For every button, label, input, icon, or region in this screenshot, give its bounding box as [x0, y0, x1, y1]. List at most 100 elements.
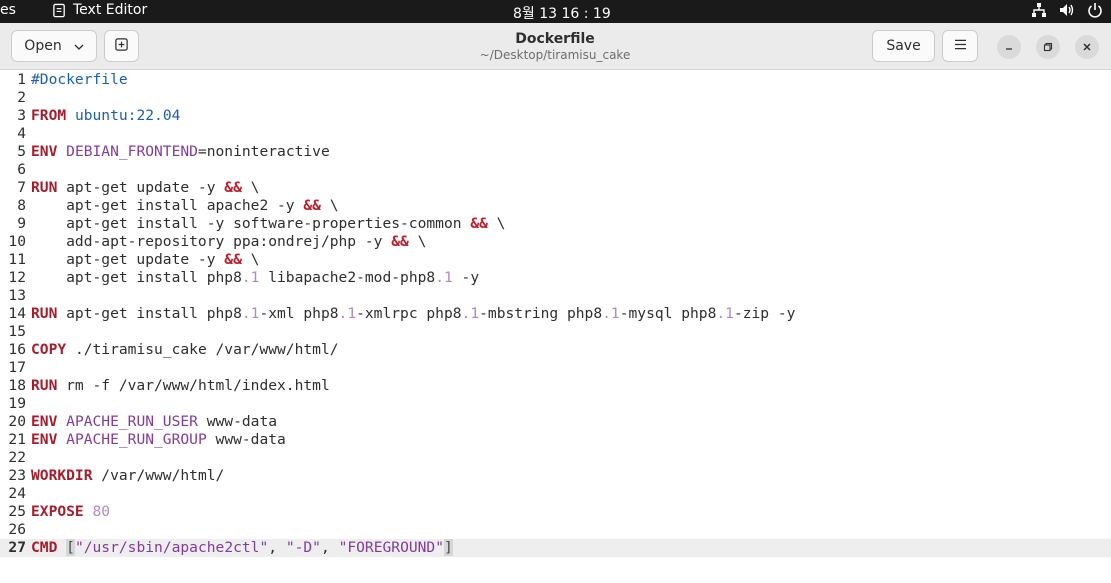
code-text[interactable]: ENV DEBIAN_FRONTEND=noninteractive: [31, 143, 330, 161]
code-token: \: [408, 233, 427, 250]
power-icon[interactable]: [1087, 2, 1103, 18]
text-editor-app-icon: [52, 3, 67, 18]
code-line[interactable]: 25 EXPOSE 80: [0, 503, 1111, 521]
line-number: 21: [8, 431, 26, 448]
code-token: "/usr/sbin/apache2ctl": [74, 539, 269, 556]
code-text[interactable]: apt-get install -y software-properties-c…: [31, 215, 505, 233]
code-line[interactable]: 22: [0, 449, 1111, 467]
code-line[interactable]: 14 RUN apt-get install php8.1-xml php8.1-…: [0, 305, 1111, 323]
code-token: &&: [303, 197, 321, 214]
code-text[interactable]: RUN apt-get update -y && \: [31, 179, 259, 197]
line-number: 1: [17, 71, 26, 88]
code-token: www-data: [206, 431, 286, 448]
code-line[interactable]: 27 CMD ["/usr/sbin/apache2ctl", "-D", "FO…: [0, 539, 1111, 557]
code-line[interactable]: 21 ENV APACHE_RUN_GROUP www-data: [0, 431, 1111, 449]
code-text[interactable]: RUN rm -f /var/www/html/index.html: [31, 377, 330, 395]
volume-icon[interactable]: [1059, 2, 1075, 18]
code-token: ,: [268, 539, 286, 556]
code-editor[interactable]: 1 #Dockerfile 2 3 FROM ubuntu:22.04 4 5 ENV DEB…: [0, 70, 1111, 583]
app-menu-label: Text Editor: [73, 2, 148, 18]
code-token: FROM: [31, 107, 67, 124]
open-button[interactable]: Open: [11, 30, 97, 62]
restore-icon: [1043, 42, 1053, 52]
code-text[interactable]: ENV APACHE_RUN_USER www-data: [31, 413, 277, 431]
code-token: -y: [452, 269, 480, 286]
code-token: =noninteractive: [197, 143, 330, 160]
main-menu-button[interactable]: [942, 30, 978, 62]
window-title: Dockerfile ~/Desktop/tiramisu_cake: [420, 31, 690, 62]
code-line[interactable]: 7 RUN apt-get update -y && \: [0, 179, 1111, 197]
code-token: CMD: [31, 539, 58, 556]
code-token: COPY: [31, 341, 67, 358]
line-number: 18: [8, 377, 26, 394]
code-token: #Dockerfile: [31, 71, 128, 88]
code-text[interactable]: COPY ./tiramisu_cake /var/www/html/: [31, 341, 339, 359]
network-icon[interactable]: [1031, 2, 1047, 18]
code-text[interactable]: WORKDIR /var/www/html/: [31, 467, 224, 485]
code-line[interactable]: 12 apt-get install php8.1 libapache2-mod…: [0, 269, 1111, 287]
code-line[interactable]: 2: [0, 89, 1111, 107]
code-line[interactable]: 5 ENV DEBIAN_FRONTEND=noninteractive: [0, 143, 1111, 161]
code-line[interactable]: 8 apt-get install apache2 -y && \: [0, 197, 1111, 215]
line-number: 15: [8, 323, 26, 340]
maximize-button[interactable]: [1036, 35, 1060, 59]
code-text[interactable]: apt-get update -y && \: [31, 251, 259, 269]
close-button[interactable]: [1075, 35, 1099, 59]
minimize-button[interactable]: [997, 35, 1021, 59]
code-token: DEBIAN_FRONTEND: [66, 143, 198, 160]
line-number: 20: [8, 413, 26, 430]
code-line[interactable]: 13: [0, 287, 1111, 305]
code-text[interactable]: FROM ubuntu:22.04: [31, 107, 180, 125]
clock[interactable]: 8월 13 16 : 19: [513, 3, 611, 23]
code-token: www-data: [197, 413, 278, 430]
code-text[interactable]: EXPOSE 80: [31, 503, 110, 521]
new-tab-icon: [114, 37, 129, 56]
code-line[interactable]: 6: [0, 161, 1111, 179]
code-token: .1: [241, 269, 260, 286]
code-line[interactable]: 4: [0, 125, 1111, 143]
code-line[interactable]: 19: [0, 395, 1111, 413]
code-token: add-apt-repository ppa:ondrej/php -y: [31, 233, 392, 250]
code-token: "-D": [285, 539, 321, 556]
line-number: 25: [8, 503, 26, 520]
code-line[interactable]: 24: [0, 485, 1111, 503]
code-text[interactable]: add-apt-repository ppa:ondrej/php -y && …: [31, 233, 426, 251]
code-token: \: [320, 197, 339, 214]
system-tray[interactable]: [1031, 2, 1103, 18]
line-number: 11: [8, 251, 26, 268]
code-line[interactable]: 1 #Dockerfile: [0, 71, 1111, 89]
code-token: \: [487, 215, 506, 232]
app-menu[interactable]: Text Editor: [52, 2, 147, 18]
code-text[interactable]: CMD ["/usr/sbin/apache2ctl", "-D", "FORE…: [31, 539, 453, 557]
code-line[interactable]: 15: [0, 323, 1111, 341]
code-line[interactable]: 17: [0, 359, 1111, 377]
line-number: 23: [8, 467, 26, 484]
code-token: -xml php8: [259, 305, 339, 322]
code-line[interactable]: 3 FROM ubuntu:22.04: [0, 107, 1111, 125]
code-text[interactable]: #Dockerfile: [31, 71, 128, 89]
code-line[interactable]: 26: [0, 521, 1111, 539]
code-line[interactable]: 9 apt-get install -y software-properties…: [0, 215, 1111, 233]
code-text[interactable]: RUN apt-get install php8.1-xml php8.1-xm…: [31, 305, 795, 323]
code-text[interactable]: apt-get install php8.1 libapache2-mod-ph…: [31, 269, 479, 287]
code-line[interactable]: 18 RUN rm -f /var/www/html/index.html: [0, 377, 1111, 395]
code-line[interactable]: 10 add-apt-repository ppa:ondrej/php -y …: [0, 233, 1111, 251]
code-line[interactable]: 20 ENV APACHE_RUN_USER www-data: [0, 413, 1111, 431]
code-token: rm -f /var/www/html/index.html: [57, 377, 330, 394]
code-token: -zip -y: [733, 305, 796, 322]
save-button[interactable]: Save: [872, 30, 935, 62]
code-line[interactable]: 16 COPY ./tiramisu_cake /var/www/html/: [0, 341, 1111, 359]
code-text[interactable]: ENV APACHE_RUN_GROUP www-data: [31, 431, 286, 449]
code-line[interactable]: 23 WORKDIR /var/www/html/: [0, 467, 1111, 485]
code-token: \: [241, 179, 260, 196]
code-token: RUN: [31, 179, 58, 196]
code-line[interactable]: 11 apt-get update -y && \: [0, 251, 1111, 269]
activities-button[interactable]: es: [0, 2, 16, 18]
chevron-down-icon: [74, 40, 84, 53]
code-text[interactable]: apt-get install apache2 -y && \: [31, 197, 339, 215]
code-token: 80: [92, 503, 111, 520]
new-tab-button[interactable]: [104, 30, 139, 62]
